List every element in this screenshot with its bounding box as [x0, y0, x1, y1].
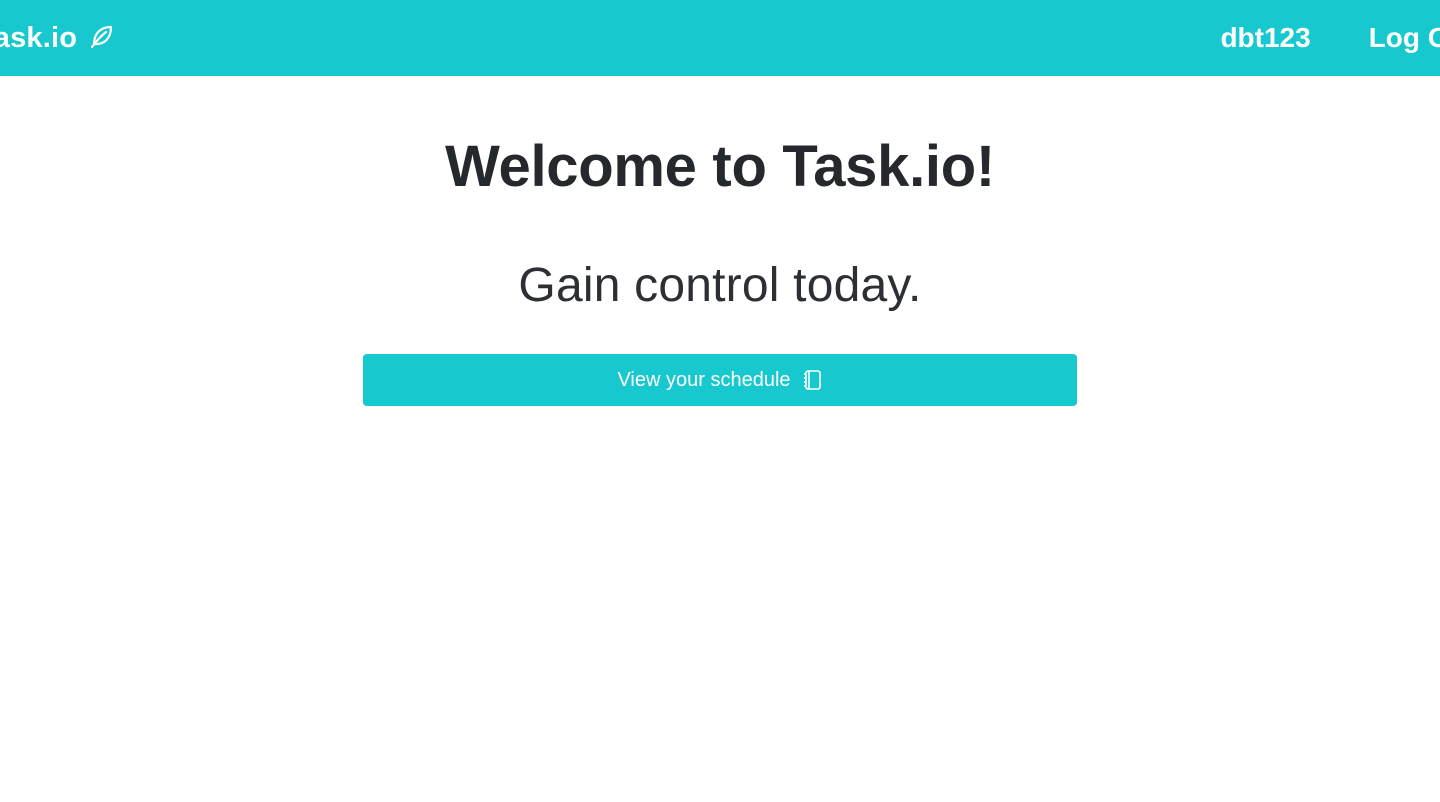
top-navbar: Task.io dbt123 Log Out	[0, 0, 1440, 76]
view-schedule-label: View your schedule	[617, 368, 791, 391]
username-link[interactable]: dbt123	[1220, 22, 1310, 54]
logout-link[interactable]: Log Out	[1369, 22, 1440, 54]
page-title: Welcome to Task.io!	[445, 134, 995, 199]
notebook-icon	[801, 368, 823, 392]
page-subtitle: Gain control today.	[518, 259, 922, 312]
brand-link[interactable]: Task.io	[0, 0, 115, 76]
view-schedule-button[interactable]: View your schedule	[363, 354, 1077, 406]
leaf-icon	[89, 23, 115, 49]
navbar-right: dbt123 Log Out	[1220, 0, 1440, 76]
brand-label: Task.io	[0, 21, 78, 54]
